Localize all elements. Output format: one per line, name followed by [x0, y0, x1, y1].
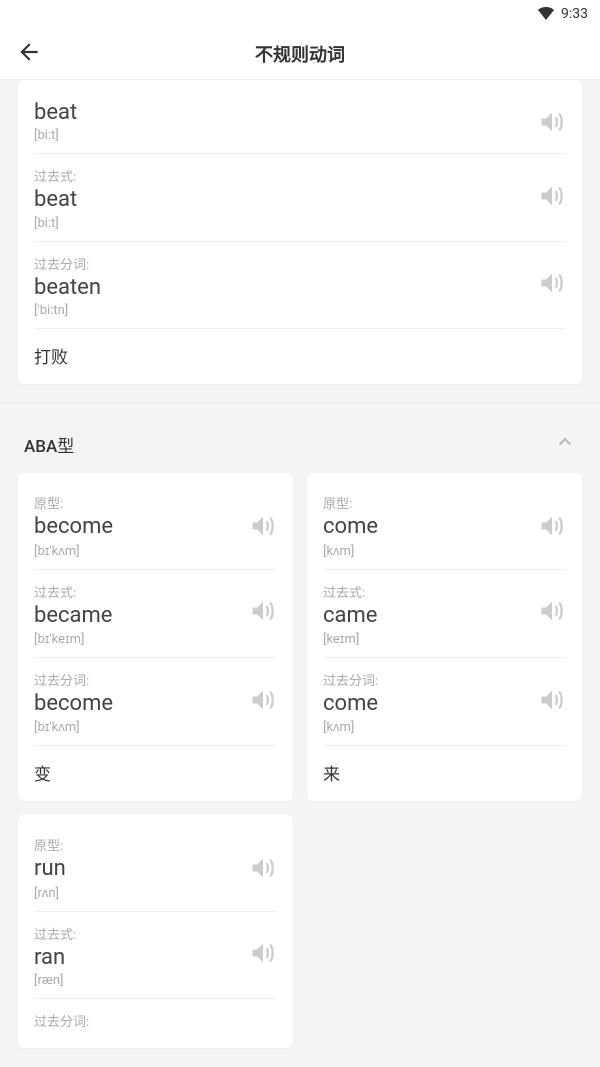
base-label: 原型:: [34, 835, 277, 854]
past-word: beat: [34, 187, 566, 213]
pp-form-row: 过去分词: beaten ['bi:tn]: [34, 241, 566, 328]
past-label: 过去式:: [34, 582, 277, 601]
status-bar: 9:33: [0, 0, 600, 28]
base-form-row: 原型: come [kʌm]: [323, 487, 566, 568]
speaker-icon[interactable]: [249, 686, 277, 718]
pp-label: 过去分词:: [34, 254, 566, 273]
chevron-up-icon[interactable]: [554, 431, 576, 457]
verb-card: 原型: become [bɪ'kʌm] 过去式: became [bɪ'keɪm…: [18, 473, 293, 801]
pp-label: 过去分词:: [34, 1011, 277, 1030]
wifi-icon: [537, 7, 555, 21]
base-word: become: [34, 514, 277, 540]
base-word: run: [34, 856, 277, 882]
pp-word: become: [34, 691, 277, 717]
pp-word: beaten: [34, 275, 566, 301]
verb-card: beat [bi:t] 过去式: beat [bi:t] 过去分词: beate…: [18, 80, 582, 384]
content: beat [bi:t] 过去式: beat [bi:t] 过去分词: beate…: [0, 80, 600, 1048]
verb-card: 原型: run [rʌn] 过去式: ran [ræn] 过去分词:: [18, 815, 293, 1048]
section-header[interactable]: ABA型: [0, 402, 600, 473]
past-pron: [bɪ'keɪm]: [34, 631, 277, 647]
past-form-row: 过去式: became [bɪ'keɪm]: [34, 569, 277, 657]
base-form-row: beat [bi:t]: [34, 94, 566, 153]
past-pron: [ræn]: [34, 973, 277, 988]
pp-form-row: 过去分词: come [kʌm]: [323, 657, 566, 745]
speaker-icon[interactable]: [249, 597, 277, 629]
meaning: 来: [323, 745, 566, 785]
section-title: ABA型: [24, 432, 74, 457]
meaning: 变: [34, 745, 277, 785]
past-label: 过去式:: [323, 582, 566, 601]
speaker-icon[interactable]: [538, 182, 566, 214]
base-form-row: 原型: become [bɪ'kʌm]: [34, 487, 277, 568]
base-pron: [bɪ'kʌm]: [34, 543, 277, 559]
speaker-icon[interactable]: [538, 108, 566, 140]
pp-word: come: [323, 691, 566, 717]
speaker-icon[interactable]: [249, 512, 277, 544]
past-pron: [bi:t]: [34, 216, 566, 231]
past-label: 过去式:: [34, 166, 566, 185]
past-form-row: 过去式: beat [bi:t]: [34, 153, 566, 240]
past-word: became: [34, 603, 277, 629]
back-button[interactable]: [16, 39, 42, 69]
base-form-row: 原型: run [rʌn]: [34, 829, 277, 910]
speaker-icon[interactable]: [249, 939, 277, 971]
base-label: 原型:: [34, 493, 277, 512]
nav-bar: 不规则动词: [0, 28, 600, 80]
speaker-icon[interactable]: [538, 597, 566, 629]
pp-label: 过去分词:: [34, 670, 277, 689]
past-form-row: 过去式: came [keɪm]: [323, 569, 566, 657]
pp-pron: [bɪ'kʌm]: [34, 719, 277, 735]
card-grid: 原型: become [bɪ'kʌm] 过去式: became [bɪ'keɪm…: [0, 473, 600, 1048]
past-label: 过去式:: [34, 924, 277, 943]
pp-pron: [kʌm]: [323, 719, 566, 735]
base-word: beat: [34, 100, 566, 126]
pp-form-row: 过去分词:: [34, 998, 277, 1030]
past-word: came: [323, 603, 566, 629]
speaker-icon[interactable]: [538, 686, 566, 718]
base-pron: [rʌn]: [34, 885, 277, 901]
base-word: come: [323, 514, 566, 540]
base-pron: [kʌm]: [323, 543, 566, 559]
past-form-row: 过去式: ran [ræn]: [34, 911, 277, 998]
pp-pron: ['bi:tn]: [34, 303, 566, 318]
base-pron: [bi:t]: [34, 128, 566, 143]
pp-label: 过去分词:: [323, 670, 566, 689]
verb-card: 原型: come [kʌm] 过去式: came [keɪm] 过去分词: co…: [307, 473, 582, 801]
speaker-icon[interactable]: [249, 854, 277, 886]
page-title: 不规则动词: [0, 41, 600, 67]
meaning: 打败: [34, 328, 566, 368]
base-label: 原型:: [323, 493, 566, 512]
status-time: 9:33: [561, 6, 588, 22]
pp-form-row: 过去分词: become [bɪ'kʌm]: [34, 657, 277, 745]
speaker-icon[interactable]: [538, 269, 566, 301]
speaker-icon[interactable]: [538, 512, 566, 544]
past-pron: [keɪm]: [323, 631, 566, 647]
past-word: ran: [34, 945, 277, 971]
